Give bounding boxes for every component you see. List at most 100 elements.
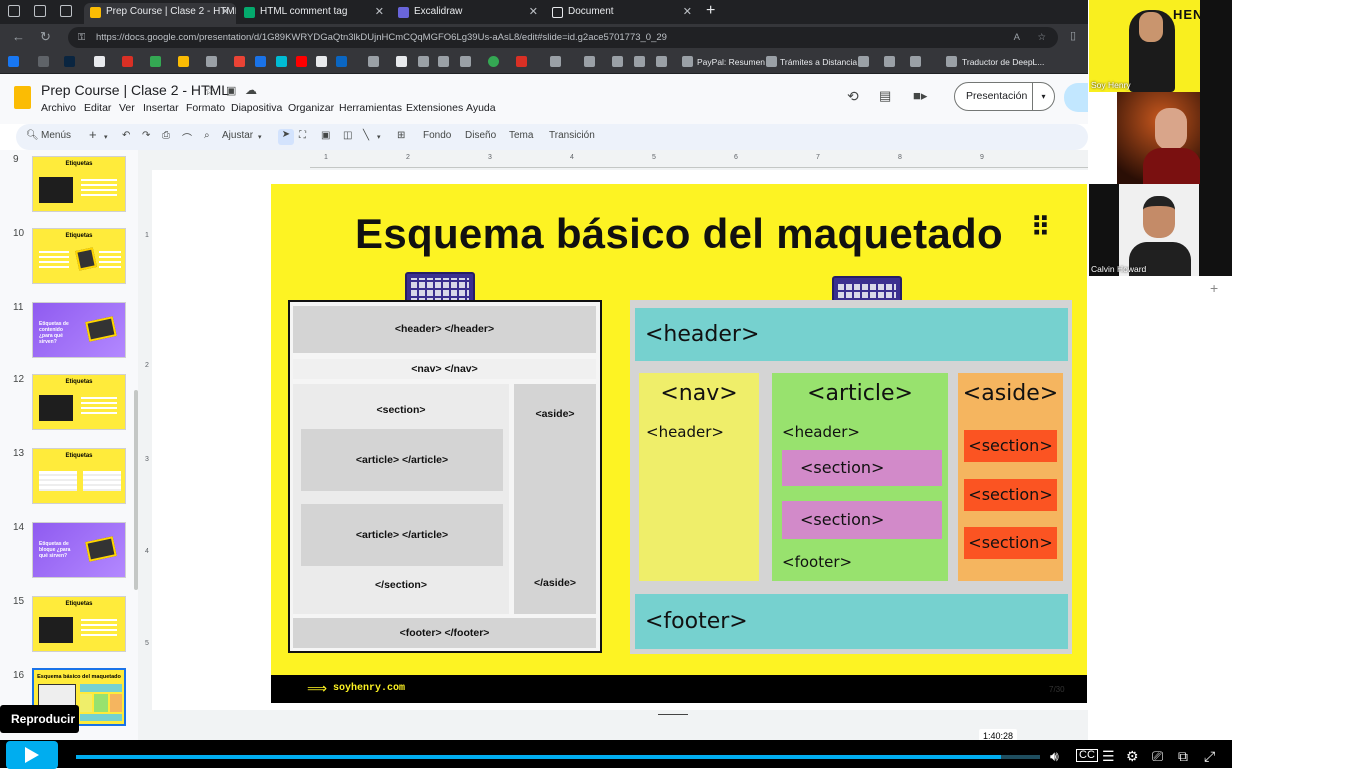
bookmark-icon[interactable] (418, 56, 429, 67)
shape-icon[interactable]: ◫ (343, 130, 352, 141)
bookmark-deepl[interactable]: Traductor de DeepL... (962, 57, 1044, 67)
new-slide-dropdown-icon[interactable]: ▾ (104, 133, 108, 141)
redo-icon[interactable]: ↷ (142, 130, 150, 141)
bookmark-icon[interactable] (150, 56, 161, 67)
gmail-bookmark-icon[interactable] (234, 56, 245, 67)
captions-icon[interactable]: CC (1076, 749, 1098, 762)
paint-format-icon[interactable]: ⌒ (182, 130, 192, 145)
line-icon[interactable]: ╲ (363, 130, 369, 141)
transcript-icon[interactable]: ☰ (1102, 748, 1115, 765)
bookmark-icon[interactable] (178, 56, 189, 67)
notes-resize-handle[interactable] (658, 714, 688, 715)
menu-ver[interactable]: Ver (119, 102, 135, 114)
comments-icon[interactable]: ▤ (879, 88, 891, 104)
bookmark-icon[interactable] (94, 56, 105, 67)
bookmark-icon[interactable] (38, 56, 49, 67)
new-tab-plus-icon[interactable]: + (706, 2, 715, 20)
bookmark-icon[interactable] (612, 56, 623, 67)
bookmark-icon[interactable] (122, 56, 133, 67)
close-tab-icon[interactable]: ✕ (529, 3, 538, 21)
bookmark-icon[interactable] (488, 56, 499, 67)
history-icon[interactable]: ⟲ (847, 88, 859, 105)
frame-select-icon[interactable]: ⛶ (299, 130, 306, 141)
present-dropdown-icon[interactable]: ▾ (1032, 83, 1054, 110)
bookmark-icon[interactable] (316, 56, 327, 67)
menu-extensiones[interactable]: Extensiones (406, 102, 463, 114)
bookmark-icon[interactable] (656, 56, 667, 67)
profile-icon[interactable] (8, 5, 20, 17)
move-folder-icon[interactable]: ▣ (226, 84, 236, 97)
menu-archivo[interactable]: Archivo (41, 102, 76, 114)
slide-thumbnail[interactable]: Etiquetas de bloque ¿para qué sirven? (32, 522, 126, 578)
settings-gear-icon[interactable]: ⚙ (1126, 748, 1139, 765)
bookmark-icon[interactable] (516, 56, 527, 67)
linkedin-bookmark-icon[interactable] (336, 56, 347, 67)
side-panel-icon[interactable]: ▯ (1070, 29, 1076, 42)
print-icon[interactable]: ⎙ (162, 130, 170, 141)
star-icon[interactable]: ☆ (204, 83, 216, 99)
slide-thumbnail[interactable]: Etiquetas (32, 228, 126, 284)
layout-button[interactable]: Diseño (465, 130, 496, 141)
document-title[interactable]: Prep Course | Clase 2 - HTML (41, 82, 229, 98)
menu-insertar[interactable]: Insertar (143, 102, 179, 114)
slide-thumbnail[interactable]: Etiquetas (32, 448, 126, 504)
transition-button[interactable]: Transición (549, 130, 595, 141)
bookmark-icon[interactable] (766, 56, 777, 67)
reload-icon[interactable]: ↻ (40, 29, 51, 45)
bookmark-icon[interactable] (910, 56, 921, 67)
progress-bar[interactable] (76, 755, 1040, 759)
bookmark-paypal[interactable]: PayPal: Resumen (697, 57, 765, 67)
menu-diapositiva[interactable]: Diapositiva (231, 102, 282, 114)
slides-logo-icon[interactable] (14, 86, 31, 109)
bookmark-tramites[interactable]: Trámites a Distancia (780, 57, 857, 67)
volume-icon[interactable]: 🔊︎ (1050, 748, 1059, 765)
background-button[interactable]: Fondo (423, 130, 451, 141)
slide-thumbnail[interactable]: Etiquetas (32, 156, 126, 212)
bookmark-icon[interactable] (682, 56, 693, 67)
bookmark-icon[interactable] (64, 56, 75, 67)
slide-title[interactable]: Esquema básico del maquetado (271, 210, 1087, 258)
add-comment-icon[interactable]: ⊞ (397, 130, 405, 141)
tab-html-comment[interactable]: HTML comment tag ✕ (238, 3, 390, 24)
zoom-dropdown-icon[interactable]: ▾ (258, 133, 262, 141)
tab-document[interactable]: Document ✕ (546, 3, 698, 24)
extensions-icon[interactable] (34, 5, 46, 17)
new-slide-plus-icon[interactable]: + (89, 127, 97, 142)
image-icon[interactable]: ▣ (321, 130, 330, 141)
bookmark-icon[interactable] (255, 56, 266, 67)
close-tab-icon[interactable]: ✕ (221, 3, 230, 21)
menu-ayuda[interactable]: Ayuda (466, 102, 496, 114)
tab-actions-icon[interactable] (60, 5, 72, 17)
undo-icon[interactable]: ↶ (122, 130, 130, 141)
bookmark-star-icon[interactable]: ☆ (1037, 27, 1046, 48)
menu-editar[interactable]: Editar (84, 102, 111, 114)
bookmark-icon[interactable] (396, 56, 407, 67)
line-dropdown-icon[interactable]: ▾ (377, 133, 381, 141)
select-cursor-icon[interactable]: ➤ (278, 129, 294, 145)
meet-camera-icon[interactable]: ■▸ (913, 88, 927, 104)
zoom-icon[interactable]: ⌕ (204, 130, 210, 141)
menu-organizar[interactable]: Organizar (288, 102, 334, 114)
cast-icon[interactable]: ⎚ (1152, 748, 1163, 765)
share-button[interactable] (1064, 83, 1088, 112)
bookmark-icon[interactable] (460, 56, 471, 67)
facebook-bookmark-icon[interactable] (8, 56, 19, 67)
zoom-select[interactable]: Ajustar (222, 130, 253, 141)
bookmark-icon[interactable] (206, 56, 217, 67)
close-tab-icon[interactable]: ✕ (683, 3, 692, 21)
bookmark-icon[interactable] (438, 56, 449, 67)
search-menus-icon[interactable]: 🔍︎ (26, 130, 39, 141)
add-participant-plus-icon[interactable]: + (1210, 280, 1218, 296)
close-tab-icon[interactable]: ✕ (375, 3, 384, 21)
menu-formato[interactable]: Formato (186, 102, 225, 114)
bookmark-icon[interactable] (946, 56, 957, 67)
youtube-bookmark-icon[interactable] (296, 56, 307, 67)
fullscreen-icon[interactable]: ⤢ (1204, 748, 1215, 765)
tab-slides[interactable]: Prep Course | Clase 2 - HTML - P ✕ (84, 3, 236, 24)
bookmark-icon[interactable] (884, 56, 895, 67)
bookmark-icon[interactable] (276, 56, 287, 67)
translate-icon[interactable]: A (1014, 27, 1020, 48)
slide-thumbnail[interactable]: Etiquetas (32, 596, 126, 652)
url-input[interactable]: ⚿ https://docs.google.com/presentation/d… (68, 27, 1058, 48)
slide[interactable]: Esquema básico del maquetado ⠿ <header> … (271, 184, 1087, 703)
